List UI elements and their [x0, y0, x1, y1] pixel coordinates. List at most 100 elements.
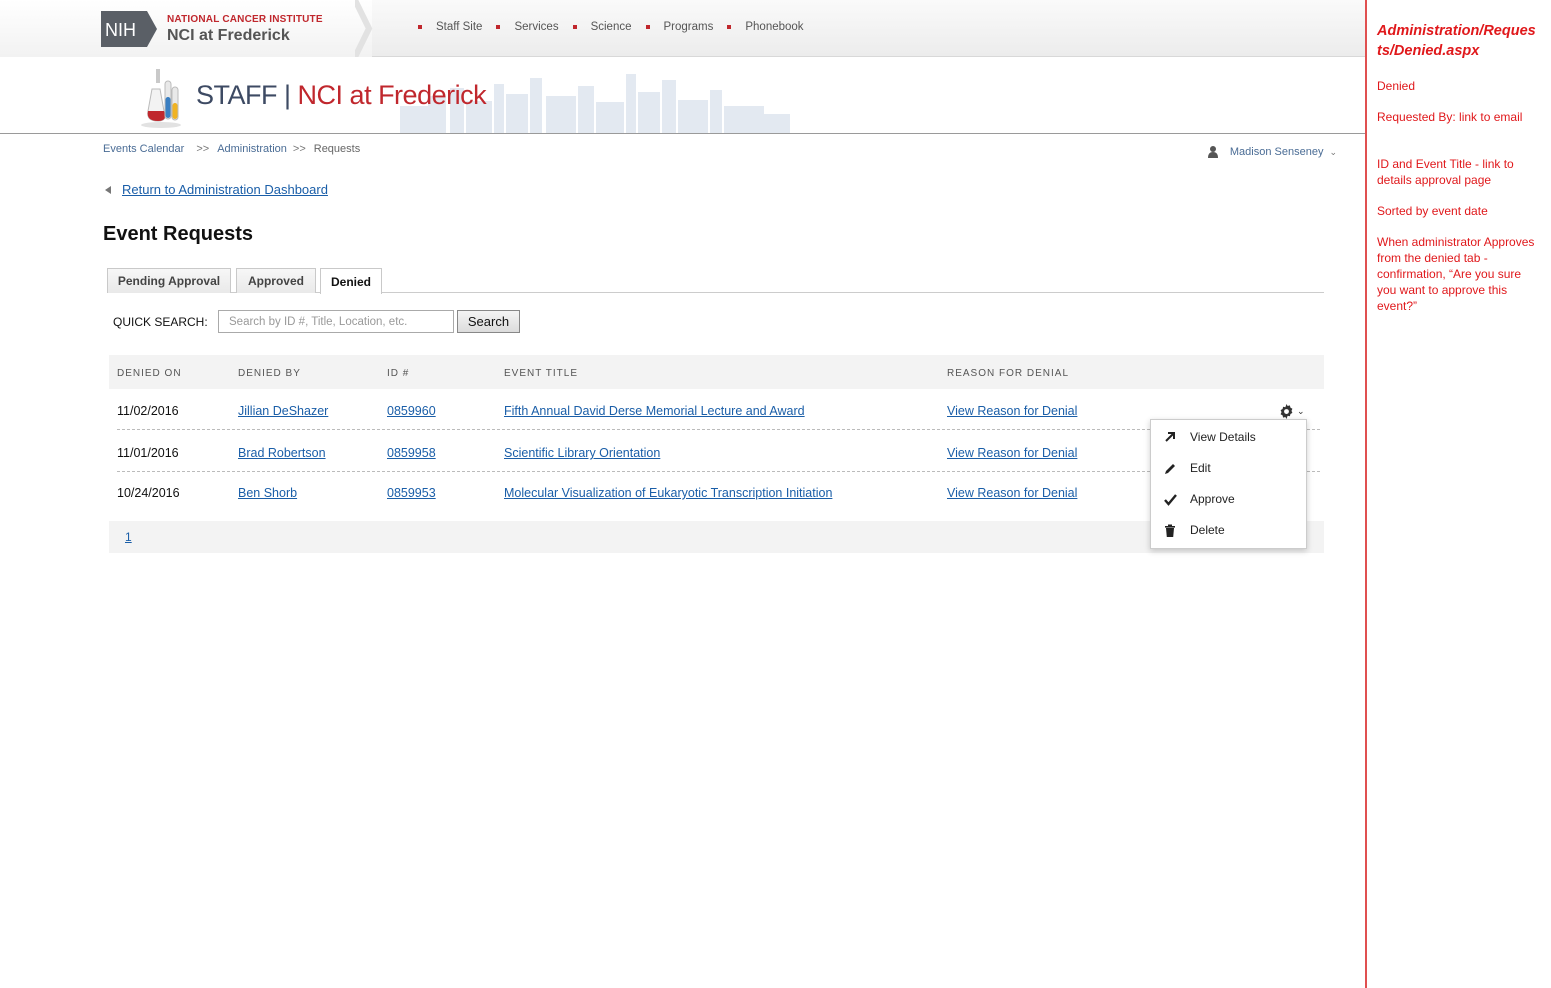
- breadcrumb: Events Calendar >> Administration >> Req…: [103, 143, 360, 155]
- page-link-1[interactable]: 1: [125, 530, 132, 544]
- nav-label: Services: [514, 21, 559, 33]
- trash-icon: [1163, 523, 1177, 537]
- return-to-dashboard-link[interactable]: Return to Administration Dashboard: [122, 182, 328, 197]
- quick-search-label: QUICK SEARCH:: [113, 315, 208, 329]
- search-button[interactable]: Search: [457, 310, 520, 333]
- menu-item-label: Approve: [1190, 492, 1235, 506]
- view-reason-link[interactable]: View Reason for Denial: [947, 446, 1077, 460]
- back-arrow-icon: [105, 185, 111, 194]
- table-row: 11/02/2016 Jillian DeShazer 0859960 Fift…: [109, 390, 1324, 430]
- pencil-icon: [1163, 461, 1177, 475]
- column-header-denied-on[interactable]: DENIED ON: [117, 368, 182, 379]
- return-link-row: Return to Administration Dashboard: [105, 182, 328, 197]
- row-actions-menu: View Details Edit Approve Delete: [1150, 419, 1307, 549]
- menu-item-label: Edit: [1190, 461, 1211, 475]
- nav-label: Staff Site: [436, 21, 483, 33]
- page-title: Event Requests: [103, 223, 254, 245]
- denied-by-link[interactable]: Brad Robertson: [238, 446, 326, 460]
- view-reason-link[interactable]: View Reason for Denial: [947, 404, 1077, 418]
- event-id-link[interactable]: 0859953: [387, 486, 436, 500]
- chevron-down-icon: ⌄: [1297, 406, 1305, 416]
- user-icon: [1207, 146, 1218, 158]
- nav-item-staff-site[interactable]: Staff Site: [418, 21, 482, 33]
- menu-item-approve[interactable]: Approve: [1151, 486, 1306, 512]
- column-header-reason[interactable]: REASON FOR DENIAL: [947, 368, 1069, 379]
- nav-item-phonebook[interactable]: Phonebook: [727, 21, 804, 33]
- menu-item-view-details[interactable]: View Details: [1151, 424, 1306, 450]
- denied-on-cell: 11/02/2016: [117, 404, 179, 418]
- breadcrumb-separator: >>: [292, 143, 306, 155]
- nav-item-services[interactable]: Services: [496, 21, 559, 33]
- table-header: DENIED ON DENIED BY ID # EVENT TITLE REA…: [109, 355, 1324, 389]
- nav-label: Science: [590, 21, 632, 33]
- column-header-id[interactable]: ID #: [387, 368, 409, 379]
- nav-item-programs[interactable]: Programs: [645, 21, 714, 33]
- nav-label: Phonebook: [745, 21, 804, 33]
- nih-logo-text: NIH: [105, 20, 136, 40]
- table-row: 11/01/2016 Brad Robertson 0859958 Scient…: [109, 432, 1324, 472]
- denied-on-cell: 11/01/2016: [117, 446, 179, 460]
- nav-bullet: [727, 25, 732, 29]
- breadcrumb-events-calendar[interactable]: Events Calendar: [103, 143, 184, 155]
- top-bar: NIH NATIONAL CANCER INSTITUTE NCI at Fre…: [0, 0, 1365, 57]
- logo-area: NIH NATIONAL CANCER INSTITUTE NCI at Fre…: [0, 0, 372, 57]
- institute-subname: NCI at Frederick: [167, 27, 290, 44]
- institute-name: NATIONAL CANCER INSTITUTE: [167, 14, 323, 25]
- banner-divider: |: [284, 80, 291, 110]
- tab-approved[interactable]: Approved: [236, 268, 316, 293]
- row-actions-button[interactable]: ⌄: [1279, 404, 1305, 419]
- tab-pending-approval[interactable]: Pending Approval: [107, 268, 231, 293]
- menu-item-label: View Details: [1190, 430, 1256, 444]
- logo-chevron-divider: [355, 0, 373, 57]
- gear-icon: [1280, 404, 1293, 419]
- nav-bullet: [645, 25, 650, 29]
- annotation-note: ID and Event Title - link to details app…: [1377, 157, 1514, 187]
- request-tabs: Pending Approval Approved Denied: [107, 268, 1324, 294]
- breadcrumb-separator: >>: [196, 143, 210, 155]
- column-header-denied-by[interactable]: DENIED BY: [238, 368, 301, 379]
- column-header-event-title[interactable]: EVENT TITLE: [504, 368, 578, 379]
- banner-prefix: STAFF: [196, 80, 278, 110]
- flask-logo-icon: [141, 69, 181, 128]
- top-nav: Staff Site Services Science Programs Pho…: [418, 21, 818, 33]
- menu-item-label: Delete: [1190, 523, 1225, 537]
- site-banner: STAFF | NCI at Frederick: [0, 58, 1365, 134]
- quick-search-input[interactable]: [218, 310, 454, 333]
- tab-denied[interactable]: Denied: [320, 268, 382, 294]
- breadcrumb-administration[interactable]: Administration: [217, 143, 287, 155]
- user-menu[interactable]: Madison Senseney ⌄: [1207, 146, 1337, 158]
- menu-item-edit[interactable]: Edit: [1151, 455, 1306, 481]
- user-name: Madison Senseney: [1229, 146, 1324, 158]
- annotation-note: Requested By: link to email: [1377, 110, 1523, 124]
- event-title-link[interactable]: Molecular Visualization of Eukaryotic Tr…: [504, 486, 832, 500]
- chevron-down-icon: ⌄: [1329, 146, 1337, 157]
- annotation-note: Denied: [1377, 79, 1416, 93]
- annotation-title: Administration/Requests/Denied.aspx: [1377, 23, 1536, 59]
- nav-item-science[interactable]: Science: [572, 21, 632, 33]
- annotation-sidebar: Administration/Requests/Denied.aspx Deni…: [1365, 0, 1551, 988]
- banner-title: STAFF | NCI at Frederick: [196, 80, 487, 111]
- menu-item-delete[interactable]: Delete: [1151, 517, 1306, 543]
- nav-label: Programs: [663, 21, 714, 33]
- annotation-note: When administrator Approves from the den…: [1377, 235, 1535, 313]
- pagination: 1: [109, 521, 1324, 553]
- event-title-link[interactable]: Fifth Annual David Derse Memorial Lectur…: [504, 404, 805, 418]
- event-id-link[interactable]: 0859960: [387, 404, 436, 418]
- view-reason-link[interactable]: View Reason for Denial: [947, 486, 1077, 500]
- checkmark-icon: [1163, 492, 1177, 506]
- nav-bullet: [418, 25, 422, 29]
- nav-bullet: [572, 25, 577, 29]
- event-id-link[interactable]: 0859958: [387, 446, 436, 460]
- banner-site-name: NCI at Frederick: [297, 80, 487, 110]
- breadcrumb-requests: Requests: [313, 143, 361, 155]
- denied-on-cell: 10/24/2016: [117, 486, 180, 500]
- event-title-link[interactable]: Scientific Library Orientation: [504, 446, 660, 460]
- nih-logo[interactable]: NIH: [101, 11, 157, 47]
- table-row: 10/24/2016 Ben Shorb 0859953 Molecular V…: [109, 472, 1324, 512]
- nav-bullet: [496, 25, 501, 29]
- denied-by-link[interactable]: Ben Shorb: [238, 486, 297, 500]
- arrow-up-right-icon: [1163, 430, 1177, 444]
- denied-by-link[interactable]: Jillian DeShazer: [238, 404, 328, 418]
- row-divider: [117, 429, 1320, 430]
- annotation-note: Sorted by event date: [1377, 204, 1488, 218]
